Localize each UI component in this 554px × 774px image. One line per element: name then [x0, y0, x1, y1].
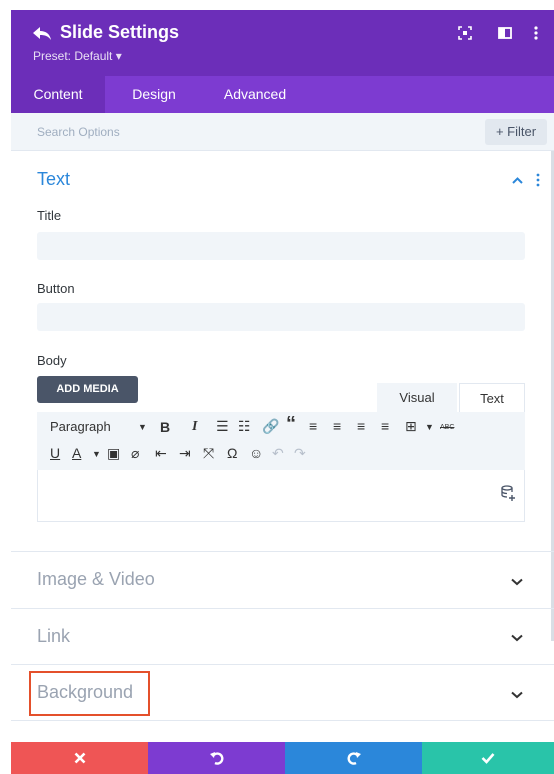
text-color-dropdown-icon[interactable]: ▼ [92, 446, 101, 462]
table-dropdown-icon[interactable]: ▼ [425, 419, 434, 435]
editor-tab-visual[interactable]: Visual [377, 383, 457, 413]
undo-button[interactable] [148, 742, 285, 774]
save-button[interactable] [422, 742, 554, 774]
fullscreen-icon[interactable]: ⤧ [203, 445, 214, 461]
paragraph-select[interactable]: Paragraph [50, 419, 111, 435]
blockquote-icon[interactable]: “ [286, 414, 296, 434]
special-character-icon[interactable]: Ω [227, 445, 237, 461]
redo-icon[interactable]: ↷ [294, 445, 306, 461]
more-vertical-icon[interactable] [535, 173, 541, 187]
add-media-button[interactable]: ADD MEDIA [37, 376, 138, 403]
align-left-icon[interactable]: ≡ [309, 418, 317, 434]
bullet-list-icon[interactable]: ☰ [216, 418, 229, 434]
highlight-outline [29, 671, 150, 716]
tab-content[interactable]: Content [11, 76, 105, 113]
chevron-down-icon[interactable] [511, 634, 523, 642]
underline-icon[interactable]: U [50, 445, 60, 461]
redo-icon [347, 752, 361, 765]
search-input[interactable]: Search Options [37, 125, 120, 139]
chevron-down-icon[interactable] [511, 578, 523, 586]
title-field-label: Title [37, 208, 62, 223]
paste-text-icon[interactable]: ▣ [107, 445, 120, 461]
settings-tabs: Content Design Advanced [11, 76, 554, 113]
divider [11, 608, 554, 609]
toggle-link[interactable]: Link [37, 626, 70, 647]
align-center-icon[interactable]: ≡ [333, 418, 341, 434]
toggle-image-video[interactable]: Image & Video [37, 569, 155, 590]
editor-content-area[interactable] [37, 470, 525, 522]
split-view-icon[interactable] [497, 25, 513, 41]
tab-advanced[interactable]: Advanced [211, 76, 299, 113]
italic-icon[interactable]: I [192, 419, 197, 435]
chevron-down-icon[interactable] [511, 691, 523, 699]
undo-icon[interactable]: ↶ [272, 445, 284, 461]
checkmark-icon [481, 753, 495, 764]
preset-selector[interactable]: Preset: Default ▾ [33, 49, 122, 63]
table-icon[interactable]: ⊞ [405, 418, 417, 434]
divider [11, 664, 554, 665]
search-bar: Search Options + Filter [11, 113, 554, 151]
bold-icon[interactable]: B [160, 419, 170, 435]
align-right-icon[interactable]: ≡ [357, 418, 365, 434]
text-color-icon[interactable]: A [72, 445, 81, 461]
divider [11, 551, 554, 552]
modal-title: Slide Settings [60, 22, 180, 42]
tab-design[interactable]: Design [115, 76, 193, 113]
align-justify-icon[interactable]: ≡ [381, 418, 389, 434]
indent-icon[interactable]: ⇥ [179, 445, 191, 461]
paragraph-dropdown-icon[interactable]: ▼ [138, 419, 147, 435]
chevron-up-icon[interactable] [512, 177, 523, 184]
filter-button[interactable]: + Filter [485, 119, 547, 145]
more-vertical-icon[interactable] [528, 25, 544, 41]
editor-tab-text[interactable]: Text [459, 383, 525, 413]
button-field-label: Button [37, 281, 75, 296]
outdent-icon[interactable]: ⇤ [155, 445, 167, 461]
undo-icon [209, 752, 223, 765]
redo-button[interactable] [285, 742, 422, 774]
close-icon [74, 752, 85, 764]
link-icon[interactable]: 🔗 [262, 418, 279, 434]
emoji-icon[interactable]: ☺ [249, 445, 263, 461]
button-input[interactable] [37, 303, 525, 331]
clear-formatting-icon[interactable]: ⌀ [131, 445, 139, 461]
numbered-list-icon[interactable]: ☷ [238, 418, 251, 434]
editor-toolbar: Paragraph ▼ B I ☰ ☷ 🔗 “ ≡ ≡ ≡ ≡ ⊞ ▼ ABC … [37, 412, 525, 470]
modal-header: Slide Settings Preset: Default ▾ [11, 10, 554, 76]
body-field-label: Body [37, 353, 67, 368]
back-arrow-icon[interactable] [33, 27, 51, 41]
title-input[interactable] [37, 232, 525, 260]
divider [11, 720, 554, 721]
strikethrough-icon[interactable]: ABC [440, 420, 454, 436]
section-title-text[interactable]: Text [37, 169, 70, 190]
cancel-button[interactable] [11, 742, 148, 774]
bottom-action-bar [11, 742, 554, 774]
expand-icon[interactable] [457, 25, 473, 41]
dynamic-content-icon[interactable] [500, 484, 516, 502]
